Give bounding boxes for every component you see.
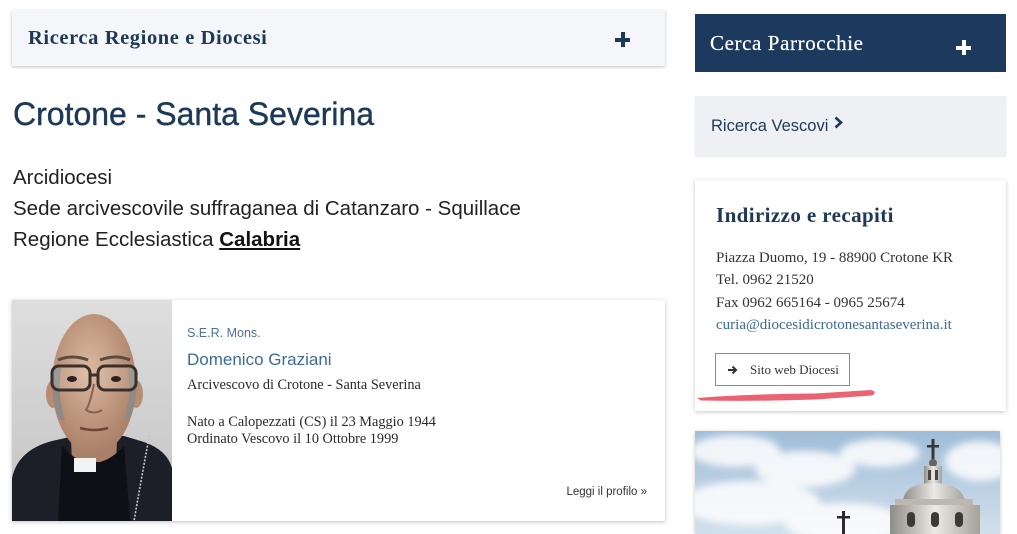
plus-icon[interactable]: [956, 40, 971, 55]
highlight-stroke: [697, 390, 875, 401]
search-bishops-link[interactable]: Ricerca Vescovi: [695, 96, 1006, 156]
search-region-diocese-toggle[interactable]: Ricerca Regione e Diocesi: [12, 10, 665, 66]
contacts-address: Piazza Duomo, 19 - 88900 Crotone KR: [716, 250, 954, 266]
bishop-card: S.E.R. Mons. Domenico Graziani Arcivesco…: [12, 300, 665, 521]
bishop-name-link[interactable]: Domenico Graziani: [187, 349, 332, 371]
region-prefix: Regione Ecclesiastica: [13, 228, 214, 251]
contacts-details: Piazza Duomo, 19 - 88900 Crotone KR Tel.…: [716, 247, 953, 336]
page-title: Crotone - Santa Severina: [13, 96, 375, 132]
diocese-website-label: Sito web Diocesi: [750, 362, 839, 377]
diocese-see: Sede arcivescovile suffraganea di Catanz…: [13, 197, 521, 220]
bishop-role: Arcivescovo di Crotone - Santa Severina: [187, 377, 421, 393]
search-parishes-label: Cerca Parrocchie: [710, 31, 864, 55]
contacts-phone: Tel. 0962 21520: [716, 272, 814, 289]
contacts-fax: Fax 0962 665164 - 0965 25674: [716, 294, 905, 311]
contacts-email-link[interactable]: curia@diocesidicrotonesantaseverina.it: [716, 314, 953, 336]
diocese-type: Arcidiocesi: [13, 166, 113, 189]
diocese-details: Arcidiocesi Sede arcivescovile suffragan…: [13, 162, 521, 255]
region-link[interactable]: Calabria: [219, 228, 300, 251]
bishop-photo: [12, 300, 172, 521]
bishop-birth: Nato a Calopezzati (CS) il 23 Maggio 194…: [187, 414, 436, 430]
read-profile-link[interactable]: Leggi il profilo »: [566, 485, 647, 499]
contacts-panel: Indirizzo e recapiti Piazza Duomo, 19 - …: [695, 180, 1006, 411]
plus-icon[interactable]: [615, 32, 630, 47]
chevron-right-icon: [834, 116, 843, 129]
bishop-honorific: S.E.R. Mons.: [187, 326, 261, 340]
contacts-title: Indirizzo e recapiti: [716, 203, 894, 227]
search-region-diocese-label: Ricerca Regione e Diocesi: [28, 27, 268, 49]
church-photo: [695, 431, 1000, 534]
arrow-right-icon: [728, 365, 738, 375]
bishop-ordination: Ordinato Vescovo il 10 Ottobre 1999: [187, 431, 399, 447]
diocese-website-button[interactable]: Sito web Diocesi: [715, 353, 850, 386]
diocese-region: Regione Ecclesiastica Calabria: [13, 224, 521, 255]
search-bishops-label: Ricerca Vescovi: [711, 117, 829, 135]
search-parishes-toggle[interactable]: Cerca Parrocchie: [695, 14, 1006, 72]
